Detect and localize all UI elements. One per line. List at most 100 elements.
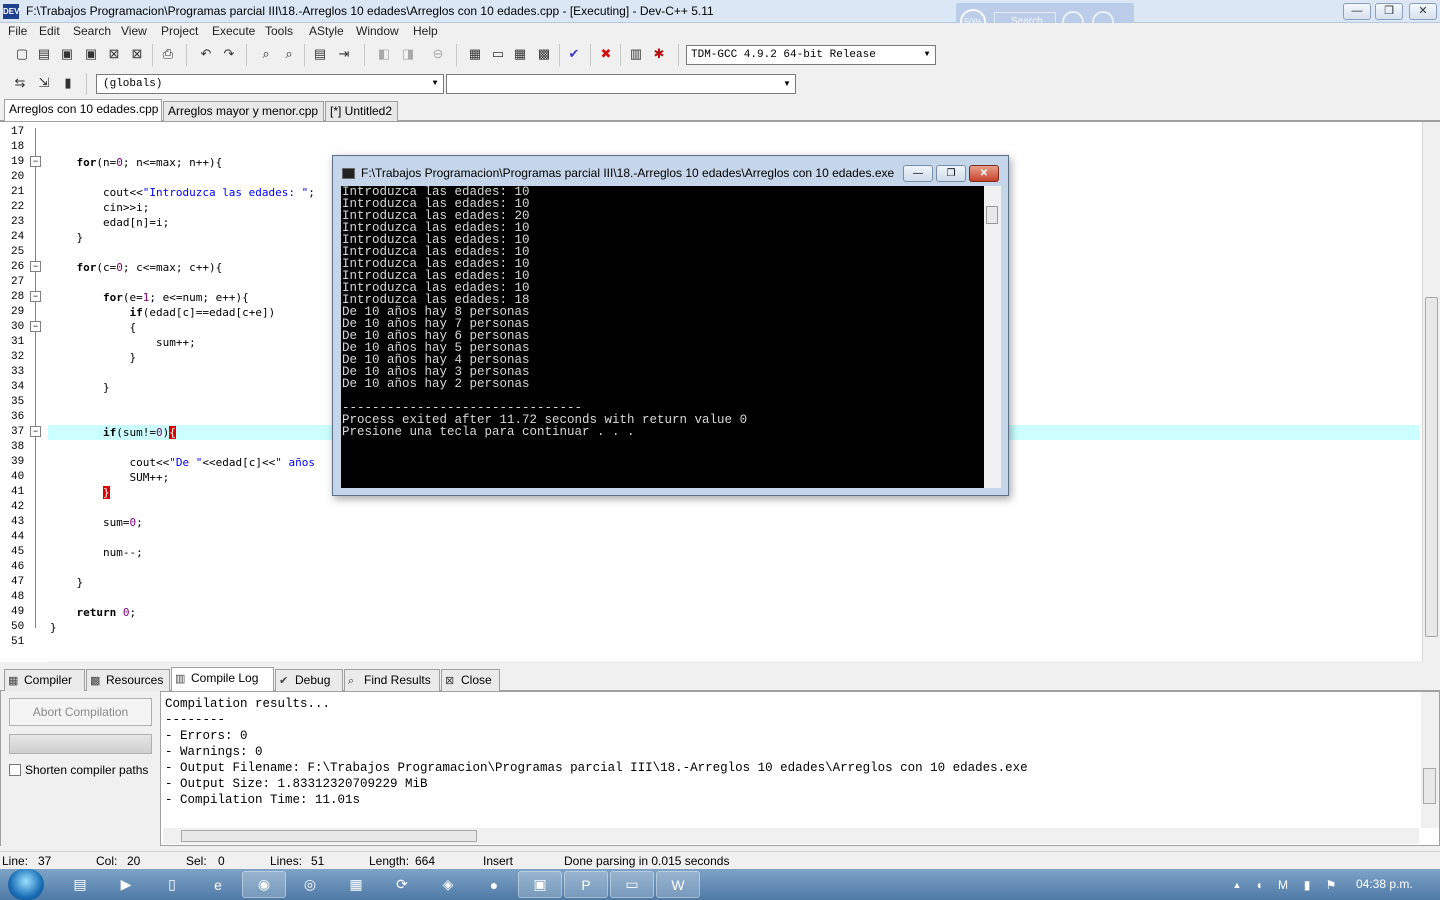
- menu-file[interactable]: File: [8, 24, 27, 38]
- antivirus-icon[interactable]: M: [1274, 871, 1292, 898]
- scope-select[interactable]: (globals) ▼: [96, 74, 444, 94]
- console-screen[interactable]: Introduzca las edades: 10 Introduzca las…: [341, 186, 984, 488]
- tab-debug[interactable]: ✔ Debug: [275, 669, 343, 691]
- tab-compile-log[interactable]: ▥ Compile Log: [171, 667, 274, 692]
- insert-icon[interactable]: ⇲: [34, 73, 54, 93]
- explorer-icon[interactable]: ▤: [58, 871, 102, 898]
- powerpoint-icon[interactable]: P: [564, 871, 608, 898]
- media-player-icon[interactable]: ▶: [104, 871, 148, 898]
- compile-run-icon[interactable]: ▦: [510, 44, 530, 64]
- fold-toggle-icon[interactable]: −: [30, 291, 41, 302]
- menu-view[interactable]: View: [121, 24, 147, 38]
- abort-compilation-button[interactable]: Abort Compilation: [9, 698, 152, 726]
- fold-toggle-icon[interactable]: −: [30, 321, 41, 332]
- stop-execution-icon[interactable]: ✖: [596, 44, 616, 64]
- log-horizontal-scrollbar[interactable]: [163, 828, 1419, 844]
- run-icon[interactable]: ▭: [488, 44, 508, 64]
- new-file-icon[interactable]: ▢: [12, 44, 32, 64]
- tab-find-results[interactable]: ⌕ Find Results: [344, 669, 440, 691]
- replace-icon[interactable]: ⌕: [279, 44, 299, 64]
- stop-icon[interactable]: ⊖: [428, 44, 448, 64]
- shorten-paths-checkbox[interactable]: Shorten compiler paths: [9, 763, 148, 777]
- console-window[interactable]: F:\Trabajos Programacion\Programas parci…: [332, 155, 1009, 496]
- fold-toggle-icon[interactable]: −: [30, 261, 41, 272]
- menu-project[interactable]: Project: [161, 24, 198, 38]
- action-center-icon[interactable]: ⚑: [1322, 871, 1340, 898]
- save-all-icon[interactable]: ▣: [81, 44, 101, 64]
- syntax-check-icon[interactable]: ✔: [564, 44, 584, 64]
- compile-log[interactable]: Compilation results... -------- - Errors…: [160, 691, 1440, 846]
- fold-toggle-icon[interactable]: −: [30, 156, 41, 167]
- close-file-icon[interactable]: ⊠: [104, 44, 124, 64]
- volume-icon[interactable]: ◖: [1250, 871, 1268, 898]
- maximize-button[interactable]: ❐: [1375, 3, 1403, 20]
- tab-arreglos-mayor-menor[interactable]: Arreglos mayor y menor.cpp: [163, 101, 324, 121]
- print-icon[interactable]: ⎙: [158, 44, 178, 64]
- console-close-button[interactable]: ✕: [969, 165, 999, 182]
- scrollbar-thumb[interactable]: [1423, 768, 1436, 804]
- console-minimize-button[interactable]: —: [903, 165, 933, 182]
- forward-icon[interactable]: ◨: [398, 44, 418, 64]
- log-vertical-scrollbar[interactable]: [1421, 692, 1439, 828]
- rebuild-all-icon[interactable]: ▩: [534, 44, 554, 64]
- tab-resources[interactable]: ▩ Resources: [86, 669, 170, 691]
- tab-close[interactable]: ⊠ Close: [441, 669, 500, 691]
- menu-astyle[interactable]: AStyle: [309, 24, 344, 38]
- bookmark-icon[interactable]: ▮: [58, 73, 78, 93]
- profile-icon[interactable]: ▥: [626, 44, 646, 64]
- scrollbar-thumb[interactable]: [986, 206, 998, 224]
- menu-edit[interactable]: Edit: [39, 24, 60, 38]
- tab-untitled2[interactable]: [*] Untitled2: [325, 101, 398, 121]
- debug-icon[interactable]: ✱: [649, 44, 669, 64]
- clock[interactable]: 04:38 p.m.: [1356, 877, 1413, 891]
- internet-explorer-icon[interactable]: e: [196, 871, 240, 898]
- line-number: 18: [11, 141, 25, 153]
- menu-window[interactable]: Window: [356, 24, 399, 38]
- function-select[interactable]: ▼: [446, 74, 796, 94]
- redo-icon[interactable]: ↷: [219, 44, 239, 64]
- word-icon[interactable]: W: [656, 871, 700, 898]
- goto-line-icon[interactable]: ▤: [310, 44, 330, 64]
- console-taskbar-icon[interactable]: ▭: [610, 871, 654, 898]
- excel-icon[interactable]: ▦: [334, 871, 378, 898]
- minimize-button[interactable]: —: [1343, 3, 1371, 20]
- start-button[interactable]: [8, 869, 44, 900]
- security-icon[interactable]: ◈: [426, 871, 470, 898]
- compiler-select[interactable]: TDM-GCC 4.9.2 64-bit Release ▼: [686, 45, 936, 65]
- chrome-icon[interactable]: ◉: [242, 871, 286, 898]
- tab-arreglos-10-edades[interactable]: Arreglos con 10 edades.cpp: [4, 99, 162, 122]
- checkbox-box[interactable]: [9, 764, 21, 776]
- chevron-down-icon[interactable]: ▼: [779, 75, 795, 93]
- menu-search[interactable]: Search: [73, 24, 111, 38]
- sync-icon[interactable]: ⟳: [380, 871, 424, 898]
- save-icon[interactable]: ▣: [57, 44, 77, 64]
- menu-execute[interactable]: Execute: [212, 24, 255, 38]
- find-icon: ⌕: [348, 675, 355, 687]
- back-icon[interactable]: ◧: [374, 44, 394, 64]
- fold-toggle-icon[interactable]: −: [30, 426, 41, 437]
- open-file-icon[interactable]: ▤: [34, 44, 54, 64]
- tab-compiler[interactable]: ▦ Compiler: [4, 669, 85, 691]
- console-scrollbar[interactable]: [984, 186, 1001, 488]
- chevron-down-icon[interactable]: ▼: [919, 46, 935, 64]
- dev-cpp-taskbar-icon[interactable]: ▣: [518, 871, 562, 898]
- find-icon[interactable]: ⌕: [256, 44, 276, 64]
- browser-icon[interactable]: ◎: [288, 871, 332, 898]
- firefox-icon[interactable]: ●: [472, 871, 516, 898]
- close-button[interactable]: ✕: [1409, 3, 1437, 20]
- close-all-icon[interactable]: ⊠: [127, 44, 147, 64]
- show-hidden-icons-icon[interactable]: ▲: [1228, 871, 1246, 898]
- class-browser-icon[interactable]: ⇆: [10, 73, 30, 93]
- undo-icon[interactable]: ↶: [196, 44, 216, 64]
- network-icon[interactable]: ▮: [1298, 871, 1316, 898]
- notepad-icon[interactable]: ▯: [150, 871, 194, 898]
- menu-tools[interactable]: Tools: [265, 24, 293, 38]
- goto-function-icon[interactable]: ⇥: [334, 44, 354, 64]
- scrollbar-thumb[interactable]: [181, 830, 477, 842]
- menu-help[interactable]: Help: [413, 24, 438, 38]
- editor-scrollbar[interactable]: [1422, 122, 1440, 662]
- scrollbar-thumb[interactable]: [1425, 297, 1438, 637]
- chevron-down-icon[interactable]: ▼: [427, 75, 443, 93]
- compile-icon[interactable]: ▦: [465, 44, 485, 64]
- console-maximize-button[interactable]: ❐: [936, 165, 966, 182]
